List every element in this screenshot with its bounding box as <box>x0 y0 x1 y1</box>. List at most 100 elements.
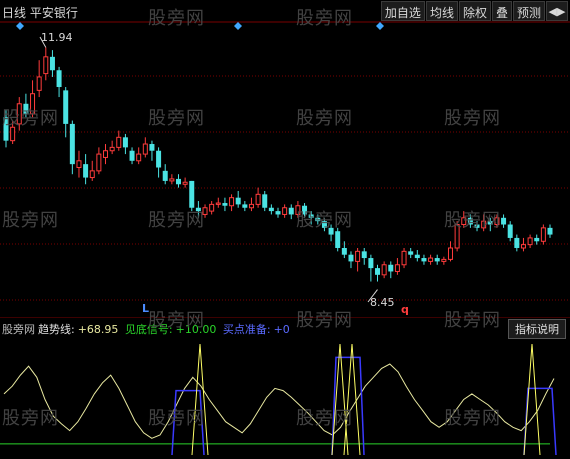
candle[interactable] <box>242 201 248 212</box>
candle[interactable] <box>3 110 9 148</box>
candle[interactable] <box>222 197 228 212</box>
trend-value: +68.95 <box>77 323 119 336</box>
candle[interactable] <box>428 254 434 265</box>
candle[interactable] <box>189 180 195 212</box>
candlestick-chart[interactable] <box>0 0 570 318</box>
candle[interactable] <box>540 224 546 245</box>
candle[interactable] <box>215 197 221 208</box>
candle[interactable] <box>122 133 128 155</box>
candle[interactable] <box>507 221 513 242</box>
candle[interactable] <box>175 174 181 188</box>
candle[interactable] <box>63 87 69 138</box>
candle[interactable] <box>282 204 288 218</box>
signal-name: 见底信号: <box>124 323 173 336</box>
event-diamond-icon[interactable] <box>376 22 384 30</box>
candle[interactable] <box>36 60 42 98</box>
candle[interactable] <box>149 140 155 161</box>
candle[interactable] <box>302 203 308 218</box>
candle[interactable] <box>487 217 493 232</box>
candle[interactable] <box>69 120 75 175</box>
candle[interactable] <box>520 237 526 252</box>
candle[interactable] <box>268 204 274 215</box>
indicator-header: 股旁网 趋势线: +68.95 见底信号: +10.00 买点准备: +0 <box>2 321 293 337</box>
candle[interactable] <box>368 254 374 282</box>
indicator-explain-button[interactable]: 指标说明 <box>508 319 566 339</box>
candle[interactable] <box>209 201 215 215</box>
candle[interactable] <box>361 247 367 265</box>
candle[interactable] <box>10 120 16 145</box>
candle[interactable] <box>49 50 55 77</box>
indicator-chart[interactable] <box>0 338 570 459</box>
candle[interactable] <box>235 190 241 208</box>
candle[interactable] <box>275 207 281 218</box>
indicator-watermark-label: 股旁网 <box>2 323 35 336</box>
candle[interactable] <box>56 66 62 98</box>
candle[interactable] <box>195 201 201 218</box>
candle[interactable] <box>129 147 135 165</box>
candle[interactable] <box>162 164 168 185</box>
candle[interactable] <box>467 214 473 228</box>
candle[interactable] <box>229 194 235 212</box>
candle[interactable] <box>454 221 460 252</box>
buy-name: 买点准备: <box>222 323 271 336</box>
candle[interactable] <box>494 214 500 228</box>
candle[interactable] <box>96 147 102 175</box>
candle[interactable] <box>527 234 533 248</box>
candle[interactable] <box>381 261 387 279</box>
candle[interactable] <box>547 224 553 238</box>
candle[interactable] <box>414 250 420 262</box>
candle[interactable] <box>255 187 261 208</box>
candle[interactable] <box>83 154 89 185</box>
candle[interactable] <box>248 197 254 212</box>
stock-chart-window: 日线 平安银行 加自选 均线 除权 叠 预测 ◀▶ 11.94 8.45 L q… <box>0 0 570 459</box>
candle[interactable] <box>441 256 447 265</box>
trend-line <box>3 363 555 439</box>
candle[interactable] <box>315 214 321 225</box>
candle[interactable] <box>202 204 208 218</box>
candle[interactable] <box>328 224 334 242</box>
candle[interactable] <box>375 264 381 282</box>
candle[interactable] <box>335 227 341 252</box>
candle[interactable] <box>23 93 29 118</box>
candle[interactable] <box>156 147 162 178</box>
candle[interactable] <box>348 251 354 269</box>
candle[interactable] <box>142 137 148 158</box>
candle[interactable] <box>534 234 540 245</box>
marker-l: L <box>142 302 150 315</box>
low-price-label: 8.45 <box>370 296 395 309</box>
candle[interactable] <box>514 234 520 252</box>
candle[interactable] <box>474 221 480 232</box>
candle[interactable] <box>421 254 427 265</box>
candle[interactable] <box>447 241 453 262</box>
candle[interactable] <box>30 80 36 118</box>
candle[interactable] <box>434 254 440 265</box>
candle[interactable] <box>103 144 109 165</box>
trend-name: 趋势线: <box>38 323 75 336</box>
candle[interactable] <box>308 211 314 225</box>
candle[interactable] <box>116 130 122 151</box>
candle[interactable] <box>401 247 407 269</box>
event-diamond-icon[interactable] <box>234 22 242 30</box>
candle[interactable] <box>109 140 115 155</box>
candle[interactable] <box>169 174 175 185</box>
candle[interactable] <box>501 214 507 228</box>
candle[interactable] <box>408 247 414 259</box>
candle[interactable] <box>16 97 22 131</box>
candle[interactable] <box>295 201 301 218</box>
candle[interactable] <box>262 190 268 212</box>
candle[interactable] <box>481 214 487 232</box>
candle[interactable] <box>388 261 394 279</box>
event-diamond-icon[interactable] <box>16 22 24 30</box>
candle[interactable] <box>355 247 361 272</box>
buy-signal-bar <box>171 389 205 456</box>
candle[interactable] <box>461 211 467 228</box>
candle[interactable] <box>76 150 82 178</box>
candle[interactable] <box>43 47 49 81</box>
candle[interactable] <box>136 147 142 165</box>
high-price-label: 11.94 <box>41 31 73 44</box>
candle[interactable] <box>394 258 400 275</box>
candle[interactable] <box>89 160 95 181</box>
candle[interactable] <box>321 217 327 232</box>
candle[interactable] <box>288 204 294 220</box>
candle[interactable] <box>182 177 188 188</box>
